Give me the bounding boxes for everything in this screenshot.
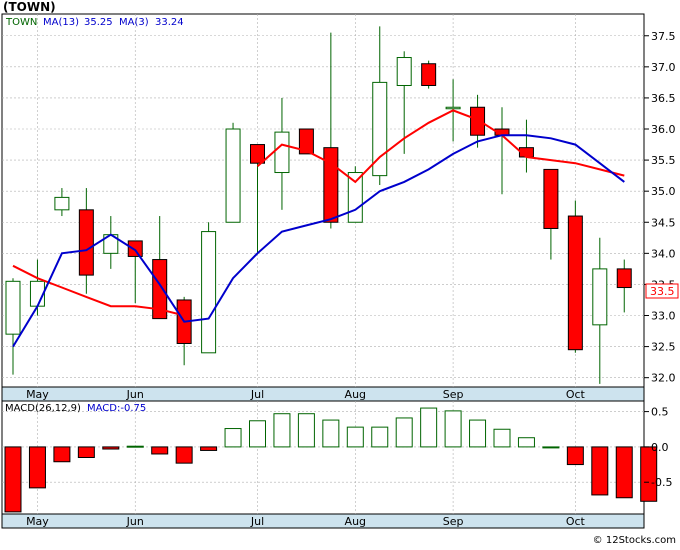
- legend-ticker: TOWN: [5, 17, 37, 28]
- price-y-tick-label: 33.0: [651, 310, 676, 323]
- candle-up: [5, 280, 21, 335]
- macd-bar-positive: [444, 410, 462, 448]
- macd-bar-positive: [249, 420, 266, 448]
- candle-down: [470, 106, 486, 136]
- price-y-tick-label: 32.5: [651, 341, 676, 354]
- macd-bar-positive: [517, 437, 535, 448]
- chart-canvas: 32.0 32.5 33.0 33.5 34.0 34.5 35.0 35.5 36.0 36.5…: [1, 0, 679, 546]
- macd-bar-negative: [640, 446, 658, 502]
- price-y-tick-label: 35.5: [651, 154, 676, 167]
- macd-bar-positive: [224, 428, 242, 448]
- stock-chart: 32.0 32.5 33.0 33.5 34.0 34.5 35.0 35.5 36.0 36.5…: [0, 0, 680, 546]
- price-y-tick-label: 32.0: [651, 372, 676, 385]
- macd-bar-positive: [126, 445, 144, 448]
- candle-down: [421, 63, 437, 86]
- price-x-tick-label: May: [26, 388, 49, 401]
- price-x-tick-label: Sep: [443, 388, 464, 401]
- macd-bar-negative: [591, 446, 609, 496]
- price-y-tick-label: 37.5: [651, 30, 676, 43]
- macd-y-tick-label: 0.5: [651, 406, 669, 419]
- price-y-tick-label: 37.0: [651, 61, 676, 74]
- candle-down: [543, 168, 559, 229]
- candle-up: [54, 196, 70, 211]
- candle-down: [127, 240, 143, 257]
- macd-bar-positive: [322, 419, 340, 448]
- price-x-tick-label: Jul: [250, 388, 264, 401]
- candle-up: [347, 172, 363, 223]
- price-y-tick-label: 36.0: [651, 123, 676, 136]
- macd-y-tick-label: -0.5: [651, 476, 672, 489]
- macd-date-axis-band: [1, 513, 645, 529]
- price-x-tick-label: Aug: [345, 388, 366, 401]
- macd-bar-positive: [297, 413, 315, 448]
- candle-up: [396, 57, 412, 86]
- macd-bar-positive: [273, 413, 291, 448]
- price-x-tick-label: Oct: [566, 388, 586, 401]
- candle-up: [274, 131, 290, 174]
- macd-x-tick-label: Sep: [443, 515, 464, 528]
- price-date-axis-band: [1, 386, 645, 402]
- price-x-tick-label: Jun: [126, 388, 144, 401]
- macd-x-tick-label: Jul: [250, 515, 264, 528]
- macd-bar-negative: [151, 446, 169, 455]
- macd-bar-negative: [175, 446, 193, 464]
- macd-bar-positive: [371, 426, 389, 448]
- macd-y-tick-label: 0.0: [651, 441, 669, 454]
- candle-up: [225, 128, 241, 223]
- candle-down: [616, 268, 632, 289]
- macd-bar-positive: [346, 426, 364, 448]
- last-price-label: 33.5: [650, 285, 675, 298]
- legend-ma3-label: MA(3): [119, 17, 149, 28]
- candle-down: [78, 209, 94, 276]
- macd-panel: [1, 400, 645, 515]
- macd-x-tick-label: May: [26, 515, 49, 528]
- macd-bar-negative: [28, 446, 46, 489]
- price-y-axis: 32.0 32.5 33.0 33.5 34.0 34.5 35.0 35.5 36.0 36.5…: [644, 30, 676, 385]
- macd-bar-negative: [566, 446, 584, 466]
- candle-down: [323, 147, 339, 223]
- macd-bar-positive: [395, 417, 413, 448]
- candle-up: [201, 231, 217, 354]
- candle-down: [250, 144, 265, 164]
- candle-up: [445, 106, 461, 110]
- price-y-tick-label: 36.5: [651, 92, 676, 105]
- legend-ma13-value: 35.25: [84, 17, 113, 28]
- macd-bar-negative: [200, 446, 218, 451]
- macd-legend-label: MACD(26,12,9): [5, 403, 81, 414]
- macd-x-tick-label: Aug: [345, 515, 366, 528]
- price-y-tick-label: 35.0: [651, 185, 676, 198]
- macd-bar-negative: [615, 446, 633, 499]
- macd-x-tick-label: Jun: [126, 515, 144, 528]
- macd-x-tick-label: Oct: [566, 515, 586, 528]
- chart-title: (TOWN): [3, 0, 56, 14]
- legend-ma13-label: MA(13): [43, 17, 79, 28]
- legend-ma3-value: 33.24: [155, 17, 184, 28]
- macd-legend-value: MACD:-0.75: [87, 403, 146, 414]
- macd-bar-negative: [77, 446, 95, 458]
- macd-bar-positive: [420, 407, 438, 448]
- price-y-tick-label: 34.5: [651, 216, 676, 229]
- candle-up: [592, 268, 608, 326]
- macd-bar-positive: [469, 419, 487, 448]
- macd-bar-positive: [542, 446, 560, 449]
- candle-down: [567, 215, 583, 351]
- watermark: © 12Stocks.com: [593, 535, 676, 546]
- price-y-tick-label: 34.0: [651, 247, 676, 260]
- macd-bar-negative: [4, 446, 22, 513]
- macd-bar-negative: [53, 446, 71, 463]
- macd-bar-positive: [493, 428, 511, 448]
- macd-bar-negative: [102, 446, 120, 450]
